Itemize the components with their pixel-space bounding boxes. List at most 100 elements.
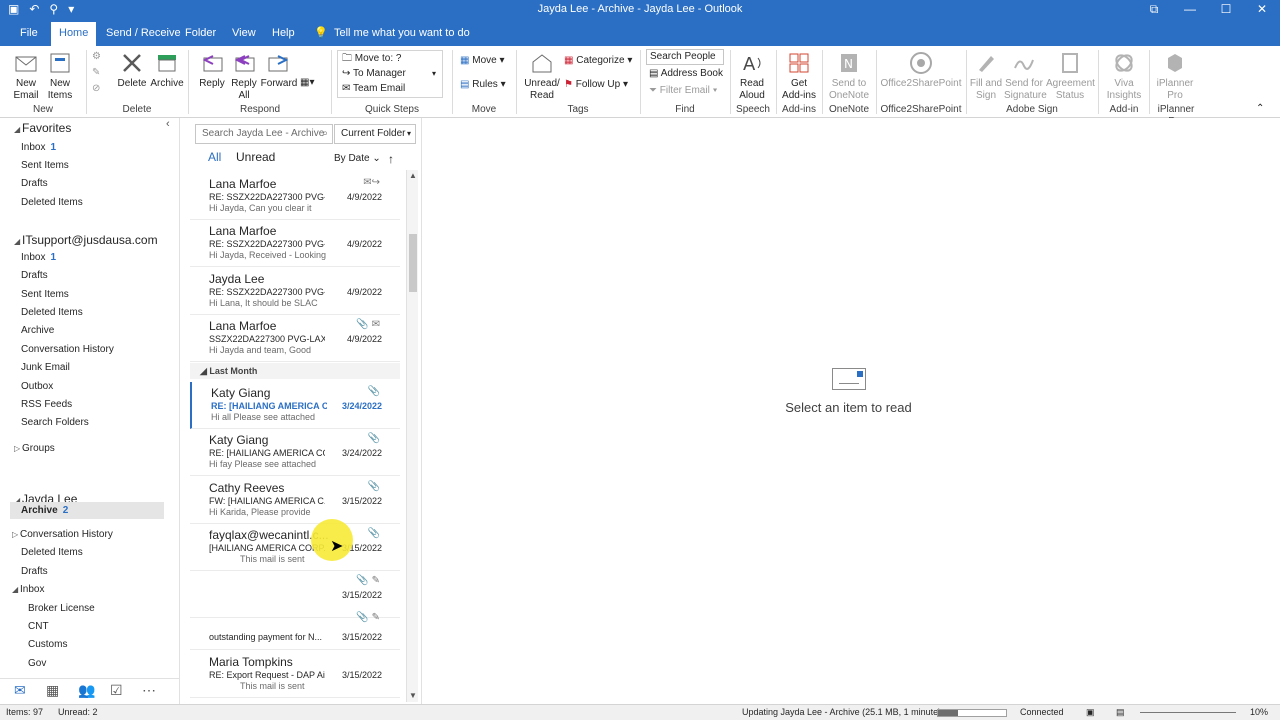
message-list-scrollbar[interactable]: ▲ ▼ (406, 170, 418, 702)
rules-button[interactable]: ▤ Rules ▾ (460, 78, 506, 92)
user-deleted-items[interactable]: Deleted Items (21, 547, 83, 558)
acct-junk-email[interactable]: Junk Email (21, 362, 70, 373)
move-button[interactable]: ▦ Move ▾ (460, 54, 505, 68)
quickstep-to-manager[interactable]: ↪ To Manager (342, 67, 406, 81)
acct-archive[interactable]: Archive (21, 325, 54, 336)
scroll-down-icon[interactable]: ▼ (407, 690, 419, 702)
categorize-button[interactable]: ▦ Categorize ▾ (564, 54, 632, 68)
minimize-button[interactable]: — (1172, 0, 1208, 18)
inbox-customs[interactable]: Customs (28, 639, 67, 650)
quickstep-move-to[interactable]: 🗀 Move to: ? (342, 52, 401, 66)
collapse-folder-pane-icon[interactable]: ‹ (166, 118, 170, 130)
tab-help[interactable]: Help (264, 22, 303, 46)
group-header-last-month[interactable]: ◢ Last Month (190, 363, 400, 379)
list-item[interactable]: Jayda Lee RE: SSZX22DA227300 PVG-... Hi … (190, 268, 400, 315)
iplanner-pro-button[interactable]: iPlanner Pro (1152, 50, 1198, 102)
acct-deleted-items[interactable]: Deleted Items (21, 307, 83, 318)
send-to-onenote-button[interactable]: N Send to OneNote (826, 50, 872, 102)
follow-up-button[interactable]: ⚑ Follow Up ▾ (564, 78, 628, 92)
tell-me-box[interactable]: Tell me what you want to do (326, 22, 478, 46)
list-item[interactable]: Lana Marfoe RE: SSZX22DA227300 PVG-... H… (190, 173, 400, 220)
viva-insights-button[interactable]: Viva Insights (1104, 50, 1144, 102)
quick-steps-scroll-icon[interactable]: ▾ (432, 67, 436, 81)
account-header[interactable]: ◢ ITsupport@jusdausa.com (14, 233, 158, 247)
filter-unread[interactable]: Unread (236, 150, 275, 164)
user-conversation-history[interactable]: ▷ Conversation History (12, 529, 113, 540)
forward-button[interactable]: Forward (260, 50, 298, 90)
acct-search-folders[interactable]: Search Folders (21, 417, 89, 428)
search-icon[interactable]: ⌕ (322, 125, 328, 143)
tab-file[interactable]: File (12, 22, 46, 46)
delete-button[interactable]: Delete (116, 50, 148, 90)
reply-button[interactable]: Reply (196, 50, 228, 90)
search-scope-dropdown[interactable]: Current Folder ▾ (334, 124, 416, 144)
sort-by-date[interactable]: By Date ⌄ (334, 153, 381, 164)
list-item[interactable]: Katy Giang RE: [HAILIANG AMERICA C... Hi… (190, 382, 400, 429)
agreement-status-button[interactable]: Agreement Status (1046, 50, 1095, 102)
get-addins-button[interactable]: Get Add-ins (780, 50, 818, 102)
fav-inbox[interactable]: Inbox 1 (21, 142, 56, 153)
search-input[interactable]: Search Jayda Lee - Archive ⌕ (195, 124, 333, 144)
list-item[interactable]: Lana Marfoe SSZX22DA227300 PVG-LAX ... H… (190, 315, 400, 362)
junk-icon[interactable]: ⊘ (92, 82, 100, 96)
address-book-button[interactable]: ▤ Address Book (649, 67, 723, 81)
list-item[interactable]: outstanding payment for N... 3/15/2022 📎… (190, 608, 400, 650)
list-item[interactable]: Lana Marfoe RE: SSZX22DA227300 PVG-... H… (190, 220, 400, 267)
inbox-gov[interactable]: Gov (28, 658, 46, 669)
zoom-slider[interactable] (1140, 712, 1236, 713)
acct-conversation-history[interactable]: Conversation History (21, 344, 114, 355)
fav-drafts[interactable]: Drafts (21, 178, 48, 189)
mail-icon[interactable]: ✉ (14, 682, 26, 699)
list-item[interactable]: Katy Giang RE: [HAILIANG AMERICA CO... H… (190, 429, 400, 476)
tab-home[interactable]: Home (51, 22, 97, 46)
close-button[interactable]: ✕ (1244, 0, 1280, 18)
user-drafts[interactable]: Drafts (21, 566, 48, 577)
clean-up-icon[interactable]: ✎ (92, 66, 100, 80)
scroll-thumb[interactable] (409, 234, 417, 292)
filter-email-button[interactable]: ⏷ Filter Email ▾ (649, 84, 717, 98)
inbox-cnt[interactable]: CNT (28, 621, 49, 632)
list-item[interactable]: Cathy Reeves FW: [HAILIANG AMERICA C... … (190, 477, 400, 524)
user-archive-selected[interactable]: Archive 2 (10, 502, 164, 519)
search-people-input[interactable]: Search People (646, 49, 724, 65)
fav-sent-items[interactable]: Sent Items (21, 160, 69, 171)
acct-outbox[interactable]: Outbox (21, 381, 53, 392)
acct-sent-items[interactable]: Sent Items (21, 289, 69, 300)
office2sharepoint-button[interactable]: Office2SharePoint (880, 50, 962, 90)
tab-send-receive[interactable]: Send / Receive (98, 22, 189, 46)
list-item[interactable]: fayqlax@wecanintl.c... [HAILIANG AMERICA… (190, 524, 400, 571)
filter-all[interactable]: All (208, 150, 221, 164)
zoom-level[interactable]: 10% (1250, 705, 1268, 720)
collapse-ribbon-icon[interactable]: ⌃ (1256, 102, 1264, 116)
read-aloud-button[interactable]: A Read Aloud (734, 50, 770, 102)
acct-rss-feeds[interactable]: RSS Feeds (21, 399, 72, 410)
new-items-button[interactable]: New Items (44, 50, 76, 102)
reply-all-button[interactable]: Reply All (228, 50, 260, 102)
ribbon-display-options-icon[interactable]: ⧉ (1136, 0, 1172, 18)
calendar-icon[interactable]: ▦ (46, 682, 59, 699)
normal-view-icon[interactable]: ▣ (1086, 705, 1095, 720)
acct-inbox[interactable]: Inbox 1 (21, 252, 56, 263)
new-email-button[interactable]: New Email (8, 50, 44, 102)
fav-deleted-items[interactable]: Deleted Items (21, 197, 83, 208)
more-apps-icon[interactable]: ⋯ (142, 682, 156, 699)
fill-and-sign-button[interactable]: Fill and Sign (968, 50, 1004, 102)
ignore-icon[interactable]: ⚙ (92, 50, 101, 64)
tab-view[interactable]: View (224, 22, 264, 46)
archive-button[interactable]: Archive (149, 50, 185, 90)
list-item[interactable]: Maria Tompkins RE: Export Request - DAP … (190, 651, 400, 698)
more-respond-icon[interactable]: ▦▾ (300, 76, 314, 90)
reading-view-icon[interactable]: ▤ (1116, 705, 1125, 720)
sort-direction-icon[interactable]: ↑ (388, 152, 394, 166)
unread-read-button[interactable]: Unread/ Read (522, 50, 562, 102)
favorites-header[interactable]: ◢ Favorites (14, 121, 71, 135)
inbox-broker-license[interactable]: Broker License (28, 603, 95, 614)
acct-drafts[interactable]: Drafts (21, 270, 48, 281)
scroll-up-icon[interactable]: ▲ (407, 170, 419, 182)
maximize-button[interactable]: ☐ (1208, 0, 1244, 18)
people-icon[interactable]: 👥 (78, 682, 95, 699)
send-for-signature-button[interactable]: Send for Signature (1004, 50, 1047, 102)
groups-header[interactable]: ▷ Groups (14, 443, 55, 454)
tab-folder[interactable]: Folder (177, 22, 224, 46)
tasks-icon[interactable]: ☑ (110, 682, 123, 699)
